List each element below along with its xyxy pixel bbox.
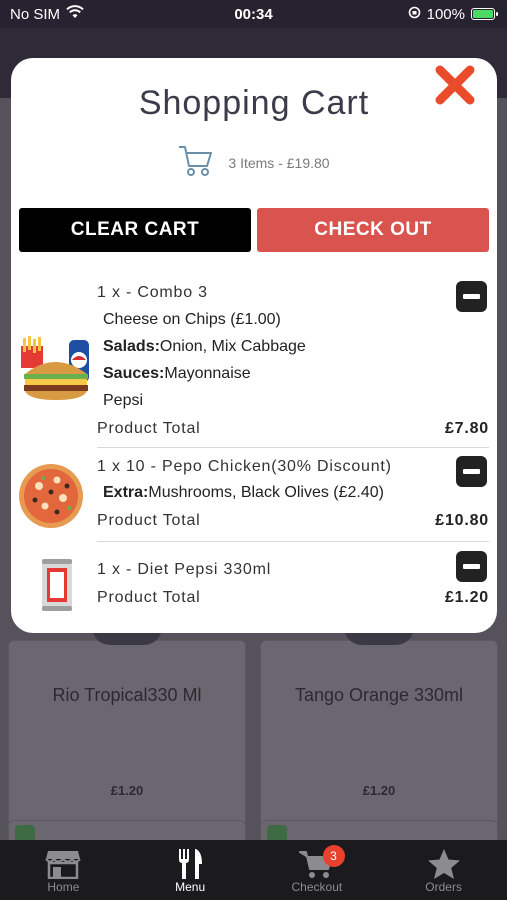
item-modifier: Extra:Mushrooms, Black Olives (£2.40) — [103, 484, 384, 501]
cart-item: 1 x - Combo 3 Cheese on Chips (£1.00) Sa… — [21, 266, 489, 448]
carrier-label: No SIM — [10, 5, 61, 23]
fork-knife-icon — [176, 848, 204, 880]
item-modifier: Cheese on Chips (£1.00) — [103, 311, 281, 328]
item-total-label: Product Total — [97, 589, 201, 606]
cart-icon — [178, 144, 214, 181]
store-icon — [45, 848, 82, 880]
battery-icon — [471, 8, 498, 20]
tab-orders[interactable]: Orders — [380, 840, 507, 900]
clear-cart-button[interactable]: CLEAR CART — [19, 208, 251, 252]
product-card[interactable]: Rio Tropical330 Ml £1.20 — [8, 611, 246, 836]
checkout-button[interactable]: CHECK OUT — [257, 208, 489, 252]
cart-summary: 3 Items - £19.80 — [11, 144, 497, 181]
product-name: Rio Tropical330 Ml — [52, 685, 202, 705]
item-image-can — [41, 556, 73, 619]
tab-home[interactable]: Home — [0, 840, 127, 900]
remove-item-button[interactable] — [456, 551, 487, 582]
item-total-row: Product Total £10.80 — [97, 512, 489, 530]
remove-item-button[interactable] — [456, 281, 487, 312]
modal-title: Shopping Cart — [138, 84, 370, 122]
star-icon — [427, 848, 461, 880]
bottom-tab-bar: Home Menu 3 Checkout Orders — [0, 840, 507, 900]
tab-menu[interactable]: Menu — [127, 840, 254, 900]
product-card[interactable]: Tango Orange 330ml £1.20 — [260, 611, 498, 836]
cart-item: 1 x 10 - Pepo Chicken(30% Discount) Extr… — [19, 448, 489, 542]
tab-checkout-label: Checkout — [291, 880, 343, 894]
item-image-combo — [17, 336, 95, 407]
item-title: 1 x 10 - Pepo Chicken(30% Discount) — [97, 458, 392, 475]
item-modifier: Sauces:Mayonnaise — [103, 365, 251, 382]
item-title: 1 x - Diet Pepsi 330ml — [97, 561, 272, 578]
tab-orders-label: Orders — [425, 880, 462, 894]
wifi-icon — [66, 5, 84, 23]
tab-home-label: Home — [47, 880, 80, 894]
cart-item-list: 1 x - Combo 3 Cheese on Chips (£1.00) Sa… — [11, 266, 497, 622]
item-total-row: Product Total £1.20 — [97, 589, 489, 607]
product-price: £1.20 — [362, 783, 396, 798]
battery-percent: 100% — [426, 5, 465, 23]
product-price: £1.20 — [110, 783, 144, 798]
cart-item: 1 x - Diet Pepsi 330ml Product Total £1.… — [42, 542, 489, 622]
item-total-row: Product Total £7.80 — [97, 420, 489, 438]
item-total-label: Product Total — [97, 512, 201, 529]
item-total-price: £1.20 — [444, 589, 489, 606]
item-modifier: Salads:Onion, Mix Cabbage — [103, 338, 306, 355]
tab-menu-label: Menu — [175, 880, 206, 894]
shopping-cart-modal: Shopping Cart 3 Items - £19.80 CLEAR CAR… — [11, 58, 497, 633]
item-total-label: Product Total — [97, 420, 201, 437]
orientation-lock-icon — [408, 6, 421, 23]
item-title: 1 x - Combo 3 — [97, 284, 208, 301]
tab-checkout[interactable]: 3 Checkout — [254, 840, 381, 900]
clock: 00:34 — [234, 5, 273, 23]
cart-summary-text: 3 Items - £19.80 — [228, 154, 330, 171]
item-total-price: £10.80 — [435, 512, 489, 529]
item-modifier: Pepsi — [103, 392, 144, 409]
item-total-price: £7.80 — [444, 420, 489, 437]
item-image-pizza — [17, 462, 85, 535]
remove-item-button[interactable] — [456, 456, 487, 487]
product-name: Tango Orange 330ml — [294, 685, 464, 705]
cart-count-badge: 3 — [322, 845, 345, 867]
status-bar: No SIM 00:34 100% — [0, 0, 507, 28]
